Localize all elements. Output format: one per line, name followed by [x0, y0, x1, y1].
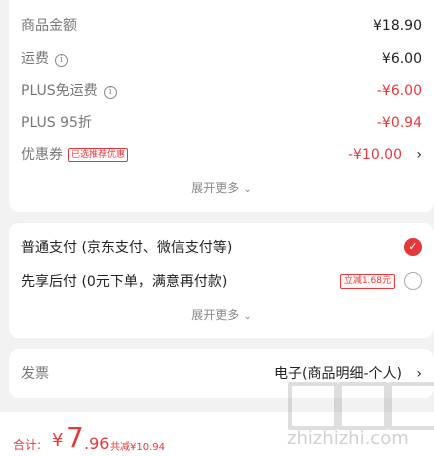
chevron-down-icon: ⌄ — [243, 184, 252, 195]
standard-payment-label: 普通支付 (京东支付、微信支付等) — [21, 240, 233, 256]
chevron-right-icon[interactable]: › — [416, 144, 422, 166]
row-coupon[interactable]: 优惠券 已选推荐优惠 -¥10.00 › — [21, 144, 422, 166]
expand-more-label: 展开更多 — [191, 308, 240, 322]
watermark-logo-mark — [288, 382, 338, 430]
check-icon[interactable]: ✓ — [404, 238, 422, 256]
price-summary-card: 商品金额 ¥18.90 运费 i ¥6.00 PLUS免运费 i -¥6.00 PL… — [9, 0, 434, 212]
plus-free-shipping-label: PLUS免运费 — [21, 83, 98, 99]
invoice-label: 发票 — [21, 366, 49, 382]
plus-discount-label: PLUS 95折 — [21, 115, 92, 131]
info-icon[interactable]: i — [103, 86, 117, 99]
discount-badge: 立减1.68元 — [339, 274, 395, 289]
row-shipping: 运费 i ¥6.00 — [21, 48, 422, 70]
payment-options-card: 普通支付 (京东支付、微信支付等) ✓ 先享后付 (0元下单，满意再付款) 立减… — [9, 223, 434, 338]
goods-amount-value: ¥18.90 — [373, 18, 422, 34]
pay-later-label: 先享后付 (0元下单，满意再付款) — [21, 274, 228, 290]
total-amount-integer: 7 — [66, 421, 84, 454]
summary-expand-more[interactable]: 展开更多 ⌄ — [9, 179, 434, 196]
watermark-logo-mark — [388, 382, 434, 430]
row-plus-discount: PLUS 95折 -¥0.94 — [21, 112, 422, 134]
payment-option-standard[interactable]: 普通支付 (京东支付、微信支付等) ✓ — [21, 236, 422, 260]
coupon-tag: 已选推荐优惠 — [68, 148, 129, 162]
total-label: 合计: — [13, 438, 42, 452]
shipping-label: 运费 — [21, 51, 49, 67]
total-currency: ¥ — [52, 430, 64, 451]
payment-option-pay-later[interactable]: 先享后付 (0元下单，满意再付款) 立减1.68元 — [21, 270, 422, 294]
watermark-text: zhizhizhi.com — [287, 428, 409, 449]
row-goods-amount: 商品金额 ¥18.90 — [21, 15, 422, 37]
watermark-logo-mark — [338, 382, 388, 430]
goods-amount-label: 商品金额 — [21, 18, 77, 34]
coupon-label: 优惠券 — [21, 147, 63, 163]
expand-more-label: 展开更多 — [191, 181, 240, 195]
payment-expand-more[interactable]: 展开更多 ⌄ — [9, 306, 434, 323]
total-saved: 共减¥10.94 — [110, 442, 165, 453]
row-plus-free-shipping: PLUS免运费 i -¥6.00 — [21, 80, 422, 102]
info-icon[interactable]: i — [55, 54, 68, 67]
shipping-value: ¥6.00 — [381, 51, 422, 67]
coupon-value: -¥10.00 — [347, 147, 402, 163]
chevron-down-icon: ⌄ — [243, 311, 252, 322]
radio-unchecked[interactable] — [404, 272, 422, 290]
plus-free-shipping-value: -¥6.00 — [376, 83, 422, 99]
plus-discount-value: -¥0.94 — [376, 115, 422, 131]
total-amount-decimal: .96 — [84, 434, 110, 453]
